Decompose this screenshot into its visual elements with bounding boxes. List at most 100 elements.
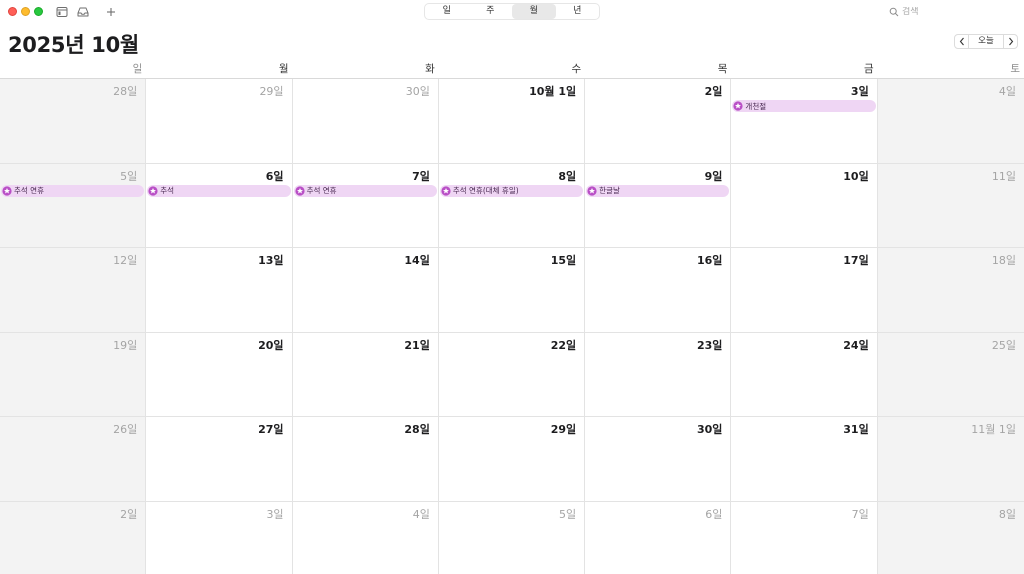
day-cell[interactable]: 28일 (0, 79, 147, 164)
day-cell[interactable]: 2일 (585, 79, 732, 164)
event-item[interactable]: 추석 연휴 (293, 184, 437, 197)
event-item[interactable]: 추석 연휴 (1, 184, 145, 197)
plus-icon[interactable] (103, 4, 119, 20)
day-cell[interactable]: 11월 1일 (877, 417, 1024, 502)
search-input[interactable] (902, 6, 1012, 17)
day-number: 25일 (991, 338, 1016, 352)
day-cell[interactable]: 26일 (0, 417, 147, 502)
event-label: 추석 (160, 186, 175, 195)
day-number: 8일 (998, 507, 1016, 521)
day-cell[interactable]: 30일 (585, 417, 732, 502)
day-cell[interactable]: 6일 (585, 501, 732, 574)
day-cell[interactable]: 5일추석 연휴 (0, 163, 147, 248)
event-item[interactable]: 한글날 (586, 184, 730, 197)
day-cell[interactable]: 3일 (146, 501, 293, 574)
day-cell[interactable]: 11일 (877, 163, 1024, 248)
weekday-header: 일 월 화 수 목 금 토 (0, 58, 1024, 79)
day-cell[interactable]: 13일 (146, 248, 293, 333)
event-label: 추석 연휴(대체 휴일) (452, 186, 519, 195)
day-number: 12일 (113, 254, 138, 267)
day-cell[interactable]: 27일 (146, 417, 293, 502)
day-cell[interactable]: 10일 (731, 163, 878, 248)
view-year-tab[interactable]: 년 (556, 4, 600, 19)
event-item[interactable]: 추석 (147, 184, 291, 197)
day-cell[interactable]: 24일 (731, 332, 878, 417)
weekday-fri: 금 (864, 63, 874, 75)
day-cell[interactable]: 6일 추석 (146, 163, 293, 248)
day-cell[interactable]: 4일 (292, 501, 439, 574)
day-cell[interactable]: 29일 (146, 79, 293, 164)
event-item[interactable]: 개천절 (732, 100, 876, 112)
day-cell[interactable]: 15일 (438, 248, 586, 333)
day-cell[interactable]: 31일 (731, 417, 878, 502)
day-cell[interactable]: 8일추석 연휴(대체 휴일) (438, 163, 586, 248)
next-month-button[interactable] (1003, 34, 1018, 49)
day-number: 15일 (550, 254, 577, 267)
weekday-thu: 목 (717, 63, 728, 75)
day-cell[interactable]: 7일 추석 연휴 (292, 163, 439, 248)
day-cell[interactable]: 25일 (877, 332, 1024, 417)
day-number: 3일 (850, 85, 869, 98)
day-cell[interactable]: 7일 (731, 501, 878, 574)
day-cell[interactable]: 19일 (0, 332, 147, 417)
day-number: 6일 (705, 507, 723, 521)
event-label: 한글날 (599, 186, 620, 195)
day-number: 13일 (258, 254, 284, 267)
day-cell[interactable]: 28일 (292, 417, 439, 502)
minimize-window-button[interactable] (21, 7, 30, 16)
day-cell[interactable]: 17일 (731, 248, 878, 333)
day-cell[interactable]: 23일 (585, 332, 732, 417)
day-number: 31일 (843, 423, 869, 436)
day-cell[interactable]: 21일 (292, 332, 439, 417)
day-cell[interactable]: 4일 (877, 79, 1024, 164)
day-number: 11월 1일 (971, 423, 1016, 436)
day-cell[interactable]: 12일 (0, 248, 147, 333)
day-cell[interactable]: 3일개천절 (731, 79, 878, 164)
view-week-tab[interactable]: 주 (469, 4, 513, 19)
today-button[interactable]: 오늘 (969, 34, 1003, 49)
day-number: 21일 (404, 338, 430, 352)
day-cell[interactable]: 9일한글날 (585, 163, 732, 248)
day-cell[interactable]: 30일 (292, 79, 439, 164)
day-number: 3일 (266, 507, 284, 521)
day-cell[interactable]: 22일 (438, 332, 586, 417)
day-number: 5일 (120, 169, 138, 183)
day-cell[interactable]: 14일 (292, 248, 439, 333)
day-number: 23일 (696, 338, 723, 352)
day-number: 9일 (704, 169, 723, 183)
day-number: 22일 (550, 338, 577, 352)
previous-month-button[interactable] (954, 34, 969, 49)
view-month-tab[interactable]: 월 (512, 4, 556, 19)
day-number: 27일 (258, 423, 284, 436)
weekday-wed: 수 (571, 63, 582, 75)
day-cell[interactable]: 20일 (146, 332, 293, 417)
day-cell[interactable]: 8일 (877, 501, 1024, 574)
day-number: 30일 (696, 423, 723, 436)
month-grid: 28일 29일 30일 10월 1일 2일 3일 개천절 4일 5일 추석 연휴 6일 추석 7일 추석 … (0, 79, 1024, 574)
day-number: 28일 (113, 85, 138, 98)
day-number: 8일 (558, 169, 577, 183)
day-cell[interactable]: 16일 (585, 248, 732, 333)
day-number: 29일 (259, 85, 284, 98)
day-number: 24일 (843, 338, 869, 352)
calendar-icon[interactable] (54, 4, 70, 20)
zoom-window-button[interactable] (34, 7, 43, 16)
view-day-tab[interactable]: 일 (425, 4, 469, 19)
day-number: 2일 (120, 507, 138, 521)
day-number: 29일 (550, 423, 577, 436)
day-number: 28일 (404, 423, 430, 436)
day-cell[interactable]: 18일 (877, 248, 1024, 333)
event-label: 추석 연휴 (14, 186, 44, 195)
inbox-icon[interactable] (75, 4, 91, 20)
day-number: 18일 (991, 254, 1016, 267)
day-cell[interactable]: 29일 (438, 417, 586, 502)
event-label: 추석 연휴 (306, 186, 337, 195)
day-cell[interactable]: 2일 (0, 501, 147, 574)
close-window-button[interactable] (8, 7, 17, 16)
day-cell[interactable]: 5일 (438, 501, 586, 574)
day-number: 26일 (113, 423, 138, 436)
event-item[interactable]: 추석 연휴(대체 휴일) (439, 184, 584, 197)
event-label: 개천절 (745, 101, 767, 111)
day-cell[interactable]: 10월 1일 (438, 79, 586, 164)
weekday-sat: 토 (1010, 63, 1020, 75)
